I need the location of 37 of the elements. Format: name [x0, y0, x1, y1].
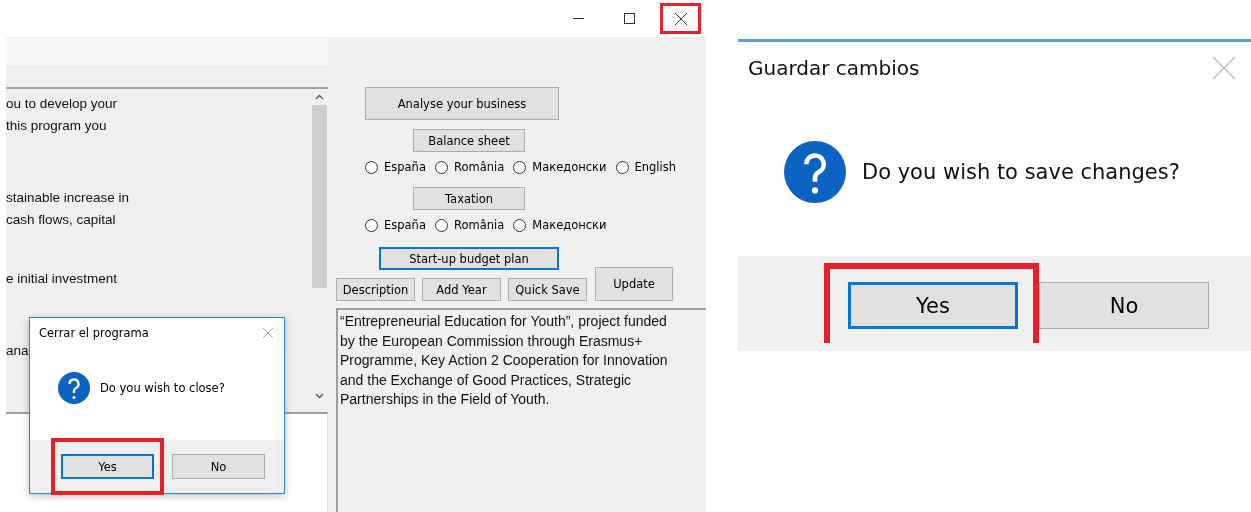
scroll-down-icon[interactable]	[315, 393, 324, 399]
action-button[interactable]: Description	[336, 278, 415, 301]
yes-button[interactable]: Yes	[61, 454, 154, 479]
question-icon	[58, 372, 90, 404]
text-line: e initial investment	[6, 270, 119, 288]
balance-sheet-button[interactable]: Balance sheet	[413, 129, 525, 152]
text-line: stainable increase in	[6, 189, 131, 207]
language-radio[interactable]: España	[365, 160, 426, 174]
dialog-message: Do you wish to close?	[100, 381, 225, 395]
text-line: this program you	[6, 117, 108, 135]
yes-button[interactable]: Yes	[848, 282, 1018, 329]
taxation-button[interactable]: Taxation	[413, 187, 525, 210]
maximize-icon[interactable]	[624, 13, 635, 24]
scrollbar-thumb[interactable]	[312, 105, 327, 288]
language-radio[interactable]: Македонски	[513, 218, 607, 232]
language-radio[interactable]: España	[365, 218, 426, 232]
no-button[interactable]: No	[172, 454, 265, 479]
analyse-button[interactable]: Analyse your business	[365, 87, 559, 120]
close-icon[interactable]	[674, 12, 687, 25]
update-button[interactable]: Update	[595, 267, 673, 301]
dialog-message: Do you wish to save changes?	[862, 160, 1180, 184]
question-icon	[784, 141, 846, 203]
action-button[interactable]: Add Year	[422, 278, 501, 301]
language-radio[interactable]: România	[434, 160, 505, 174]
budget-plan-button[interactable]: Start-up budget plan	[379, 247, 559, 270]
no-button[interactable]: No	[1039, 282, 1209, 329]
language-radio[interactable]: Македонски	[513, 160, 607, 174]
project-description: “Entrepreneurial Education for Youth”, project funded by the European Commission through Erasmus+ Programme, Key Action 2 Cooperation for Innovation and the Exchange of Good Practices, Strategic Partnerships in the Field of Youth.	[339, 312, 669, 409]
text-line: ana	[6, 342, 30, 360]
text-line: cash flows, capital	[6, 211, 117, 229]
dialog-title: Guardar cambios	[748, 56, 920, 80]
language-radio[interactable]: România	[434, 218, 505, 232]
scroll-up-icon[interactable]	[315, 94, 324, 100]
language-radio[interactable]: English	[615, 160, 677, 174]
text-line: ou to develop your	[6, 95, 119, 113]
action-button[interactable]: Quick Save	[508, 278, 587, 301]
dialog-title: Cerrar el programa	[39, 326, 149, 340]
